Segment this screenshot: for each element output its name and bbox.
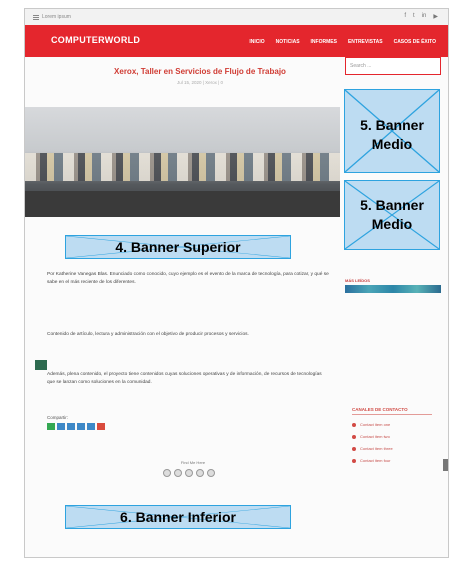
bullet-icon — [352, 422, 356, 427]
banner-medio-1[interactable]: 5. Banner Medio — [344, 89, 440, 173]
menu-icon[interactable] — [33, 14, 39, 20]
twitter-icon[interactable]: t — [413, 13, 415, 20]
social-circle-icon[interactable] — [185, 469, 193, 477]
social-circle-icon[interactable] — [163, 469, 171, 477]
linkedin-icon[interactable] — [67, 423, 75, 430]
article-paragraph: Por Katherine Vanegas Blas. Enunciado co… — [47, 272, 329, 285]
contact-item[interactable]: Contact item two — [352, 434, 432, 439]
print-icon[interactable] — [97, 423, 105, 430]
whatsapp-icon[interactable] — [47, 423, 55, 430]
bullet-icon — [352, 446, 356, 451]
floating-chat-icon[interactable] — [35, 360, 47, 370]
banner-inferior[interactable]: 6. Banner Inferior — [65, 505, 291, 529]
site-logo[interactable]: COMPUTERWORLD — [51, 35, 140, 45]
bullet-icon — [352, 458, 356, 463]
social-links: f t in ▶ — [404, 13, 438, 20]
social-circle-icon[interactable] — [196, 469, 204, 477]
linkedin-icon[interactable]: in — [422, 13, 427, 20]
scroll-tab[interactable] — [443, 459, 448, 471]
share-label: Compartir: — [47, 415, 69, 420]
banner-medio-1-label: 5. Banner Medio — [360, 117, 424, 152]
bullet-icon — [352, 434, 356, 439]
article-paragraph: Además, plena contenido, el proyecto tie… — [47, 372, 322, 385]
footer-social — [163, 469, 215, 477]
contact-channels: CANALES DE CONTACTO Contact item one Con… — [352, 407, 432, 470]
sidebar-image[interactable] — [345, 285, 441, 293]
nav-item-inicio[interactable]: INICIO — [249, 39, 264, 45]
article-meta: Jul 15, 2020 | Xerox | 0 — [176, 80, 224, 85]
nav-item-casos[interactable]: CASOS DE ÉXITO — [394, 39, 436, 45]
banner-superior-label: 4. Banner Superior — [115, 239, 241, 255]
nav-item-noticias[interactable]: NOTICIAS — [276, 39, 300, 45]
youtube-icon[interactable]: ▶ — [433, 13, 438, 20]
search-input[interactable]: Search ... — [345, 57, 441, 75]
facebook-icon[interactable] — [77, 423, 85, 430]
contact-item[interactable]: Contact item one — [352, 422, 432, 427]
contact-item[interactable]: Contact item three — [352, 446, 432, 451]
social-circle-icon[interactable] — [174, 469, 182, 477]
sidebar-label: MÁS LEÍDOS — [345, 278, 370, 283]
facebook-icon[interactable]: f — [404, 13, 406, 20]
article-title: Xerox, Taller en Servicios de Flujo de T… — [114, 67, 286, 76]
banner-superior[interactable]: 4. Banner Superior — [65, 235, 291, 259]
nav-item-entrevistas[interactable]: ENTREVISTAS — [348, 39, 383, 45]
share-buttons — [47, 423, 105, 430]
nav-menu: INICIO NOTICIAS INFORMES ENTREVISTAS CAS… — [249, 39, 436, 45]
hero-image — [25, 107, 340, 217]
nav-item-informes[interactable]: INFORMES — [311, 39, 337, 45]
contact-title: CANALES DE CONTACTO — [352, 407, 432, 415]
top-bar: Lorem ipsum f t in ▶ — [25, 9, 448, 25]
browser-window: Lorem ipsum f t in ▶ COMPUTERWORLD INICI… — [24, 8, 449, 558]
social-circle-icon[interactable] — [207, 469, 215, 477]
footer-text: Find Me Here — [180, 460, 206, 465]
main-navigation: COMPUTERWORLD INICIO NOTICIAS INFORMES E… — [25, 25, 448, 57]
site-tagline: Lorem ipsum — [42, 14, 71, 20]
contact-item[interactable]: Contact item four — [352, 458, 432, 463]
banner-medio-2-label: 5. Banner Medio — [360, 197, 424, 232]
banner-inferior-label: 6. Banner Inferior — [120, 509, 236, 525]
banner-medio-2[interactable]: 5. Banner Medio — [344, 180, 440, 250]
twitter-icon[interactable] — [57, 423, 65, 430]
email-icon[interactable] — [87, 423, 95, 430]
article-paragraph: Contenido de artículo, lectura y adminis… — [47, 332, 249, 337]
